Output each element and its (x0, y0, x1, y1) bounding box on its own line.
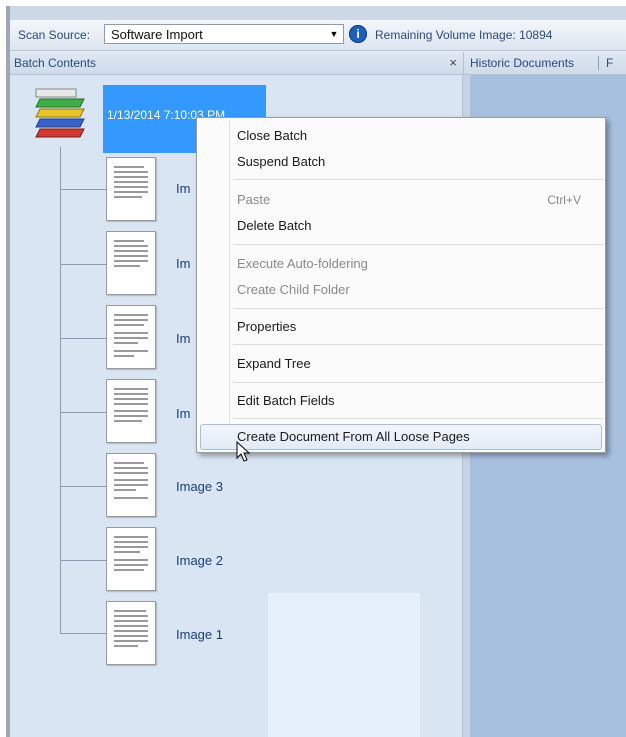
menu-item-close-batch[interactable]: Close Batch (237, 128, 307, 143)
page-thumbnail[interactable] (106, 231, 156, 295)
page-thumbnail[interactable] (106, 305, 156, 369)
tree-branch (60, 412, 106, 413)
page-thumbnail[interactable] (106, 601, 156, 665)
tab-truncated[interactable]: F (606, 56, 613, 70)
tree-branch (60, 338, 106, 339)
scan-source-value: Software Import (111, 27, 203, 42)
tree-item-image-1[interactable]: Image 1 (176, 627, 223, 642)
page-thumbnail[interactable] (106, 527, 156, 591)
menu-item-suspend-batch[interactable]: Suspend Batch (237, 154, 325, 169)
page-thumbnail[interactable] (106, 379, 156, 443)
menu-item-paste[interactable]: Paste (237, 192, 270, 207)
tree-item-image[interactable]: Im (176, 331, 190, 346)
menu-separator (233, 308, 603, 309)
tab-divider (598, 56, 599, 70)
menu-gutter (229, 120, 230, 450)
menu-separator (233, 244, 603, 245)
tree-item-image[interactable]: Im (176, 181, 190, 196)
scan-toolbar: Scan Source: Software Import ▼ i Remaini… (10, 20, 626, 51)
batch-contents-header: Batch Contents × (10, 52, 463, 75)
close-icon[interactable]: × (449, 55, 457, 70)
tree-branch (60, 264, 106, 265)
menu-item-create-document-from-all-loose-pages[interactable]: Create Document From All Loose Pages (237, 429, 470, 444)
tree-branch (60, 189, 106, 190)
page-thumbnail[interactable] (106, 453, 156, 517)
menu-item-execute-auto-foldering[interactable]: Execute Auto-foldering (237, 256, 368, 271)
mouse-pointer-icon (236, 441, 251, 462)
menu-separator (233, 382, 603, 383)
tree-item-image[interactable]: Im (176, 256, 190, 271)
paste-shortcut: Ctrl+V (547, 193, 581, 207)
menu-separator (233, 344, 603, 345)
tree-item-image[interactable]: Im (176, 406, 190, 421)
scan-source-label: Scan Source: (18, 28, 91, 42)
menu-item-expand-tree[interactable]: Expand Tree (237, 356, 311, 371)
title-strip (10, 6, 626, 20)
menu-item-properties[interactable]: Properties (237, 319, 296, 334)
tree-branch (60, 633, 106, 634)
tree-branch (60, 486, 106, 487)
panel-title: Batch Contents (14, 56, 97, 70)
context-menu: Close Batch Suspend Batch Paste Ctrl+V D… (196, 117, 606, 453)
documents-tab-strip: Historic Documents F (463, 52, 626, 75)
tree-item-image-3[interactable]: Image 3 (176, 479, 223, 494)
batch-tray-icon[interactable] (32, 85, 88, 141)
tree-branch (60, 560, 106, 561)
menu-item-delete-batch[interactable]: Delete Batch (237, 218, 311, 233)
tree-empty-area (268, 593, 420, 737)
info-icon[interactable]: i (349, 25, 367, 43)
menu-item-create-child-folder[interactable]: Create Child Folder (237, 282, 350, 297)
menu-separator (233, 418, 603, 419)
page-thumbnail[interactable] (106, 157, 156, 221)
menu-separator (233, 179, 603, 180)
scan-source-select[interactable]: Software Import ▼ (104, 24, 344, 44)
chevron-down-icon[interactable]: ▼ (327, 27, 341, 41)
tree-item-image-2[interactable]: Image 2 (176, 553, 223, 568)
tab-historic-documents[interactable]: Historic Documents (470, 56, 574, 70)
menu-item-edit-batch-fields[interactable]: Edit Batch Fields (237, 393, 335, 408)
remaining-volume-text: Remaining Volume Image: 10894 (375, 28, 553, 42)
